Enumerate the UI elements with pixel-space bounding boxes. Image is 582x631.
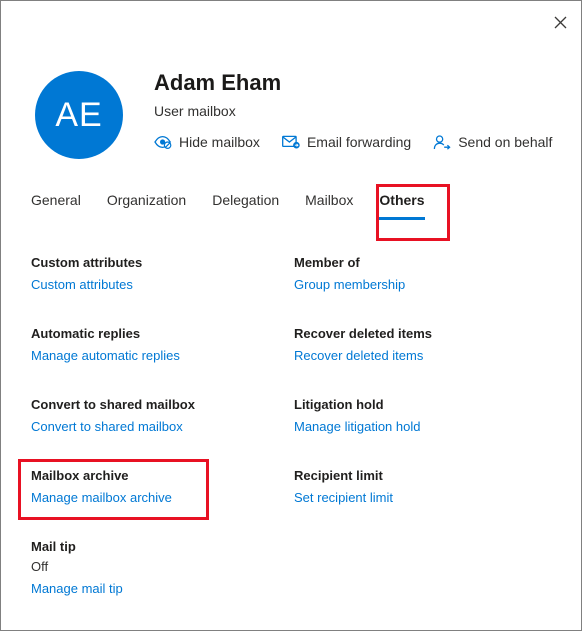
page-title: Adam Eham (154, 70, 282, 95)
send-on-behalf-label: Send on behalf (458, 134, 553, 150)
custom-attributes-setting: Custom attributes Custom attributes (31, 253, 281, 295)
manage-mail-tip-link[interactable]: Manage mail tip (31, 579, 123, 599)
tab-delegation[interactable]: Delegation (199, 191, 292, 220)
manage-mailbox-archive-link[interactable]: Manage mailbox archive (31, 488, 172, 508)
setting-title: Recipient limit (294, 468, 383, 483)
tab-organization[interactable]: Organization (94, 191, 199, 220)
hide-eye-icon (154, 133, 172, 151)
recover-deleted-items-setting: Recover deleted items Recover deleted it… (294, 324, 554, 366)
hide-mailbox-label: Hide mailbox (179, 134, 260, 150)
setting-title: Litigation hold (294, 397, 384, 412)
litigation-hold-setting: Litigation hold Manage litigation hold (294, 395, 554, 437)
send-on-behalf-action[interactable]: Send on behalf (433, 133, 552, 151)
tab-others[interactable]: Others (366, 191, 437, 220)
mailbox-details-panel: AE Adam Eham User mailbox Hide mailbox E… (0, 0, 582, 631)
tab-general-label: General (31, 192, 81, 208)
tab-delegation-label: Delegation (212, 192, 280, 208)
convert-to-shared-mailbox-link[interactable]: Convert to shared mailbox (31, 417, 183, 437)
mail-tip-status: Off (31, 559, 49, 574)
convert-to-shared-mailbox-setting: Convert to shared mailbox Convert to sha… (31, 395, 281, 437)
recover-deleted-items-link[interactable]: Recover deleted items (294, 346, 423, 366)
setting-title: Member of (294, 255, 360, 270)
settings-column-left: Custom attributes Custom attributes Auto… (31, 253, 281, 599)
tab-others-label: Others (379, 192, 425, 208)
setting-title: Recover deleted items (294, 326, 433, 341)
envelope-forward-icon (281, 133, 300, 151)
avatar: AE (35, 71, 123, 159)
email-forwarding-label: Email forwarding (306, 134, 412, 150)
tab-bar: General Organization Delegation Mailbox … (31, 191, 438, 220)
hide-mailbox-action[interactable]: Hide mailbox (154, 133, 260, 151)
tab-organization-label: Organization (106, 192, 187, 208)
manage-automatic-replies-link[interactable]: Manage automatic replies (31, 346, 180, 366)
group-membership-link[interactable]: Group membership (294, 275, 405, 295)
avatar-initials: AE (55, 95, 103, 134)
tab-general[interactable]: General (31, 191, 94, 220)
setting-title: Mailbox archive (31, 468, 129, 483)
automatic-replies-setting: Automatic replies Manage automatic repli… (31, 324, 281, 366)
recipient-limit-setting: Recipient limit Set recipient limit (294, 466, 554, 508)
settings-column-right: Member of Group membership Recover delet… (294, 253, 554, 508)
member-of-setting: Member of Group membership (294, 253, 554, 295)
setting-title: Mail tip (31, 539, 76, 554)
tab-active-underline (379, 217, 425, 220)
mail-tip-setting: Mail tip Off Manage mail tip (31, 537, 281, 599)
identity-block: Adam Eham User mailbox (154, 69, 569, 121)
tab-mailbox-label: Mailbox (305, 192, 354, 208)
close-button[interactable] (545, 7, 575, 37)
mailbox-archive-setting: Mailbox archive Manage mailbox archive (31, 466, 281, 508)
tab-mailbox[interactable]: Mailbox (292, 191, 366, 220)
set-recipient-limit-link[interactable]: Set recipient limit (294, 488, 393, 508)
setting-title: Automatic replies (31, 326, 141, 341)
mailbox-header: AE Adam Eham User mailbox Hide mailbox E… (1, 57, 581, 175)
close-icon (554, 16, 567, 29)
mailbox-type-label: User mailbox (154, 103, 236, 119)
manage-litigation-hold-link[interactable]: Manage litigation hold (294, 417, 420, 437)
email-forwarding-action[interactable]: Email forwarding (281, 133, 412, 151)
quick-actions-bar: Hide mailbox Email forwarding Send on be… (154, 133, 552, 151)
person-arrow-icon (433, 133, 451, 151)
custom-attributes-link[interactable]: Custom attributes (31, 275, 133, 295)
setting-title: Custom attributes (31, 255, 143, 270)
setting-title: Convert to shared mailbox (31, 397, 195, 412)
